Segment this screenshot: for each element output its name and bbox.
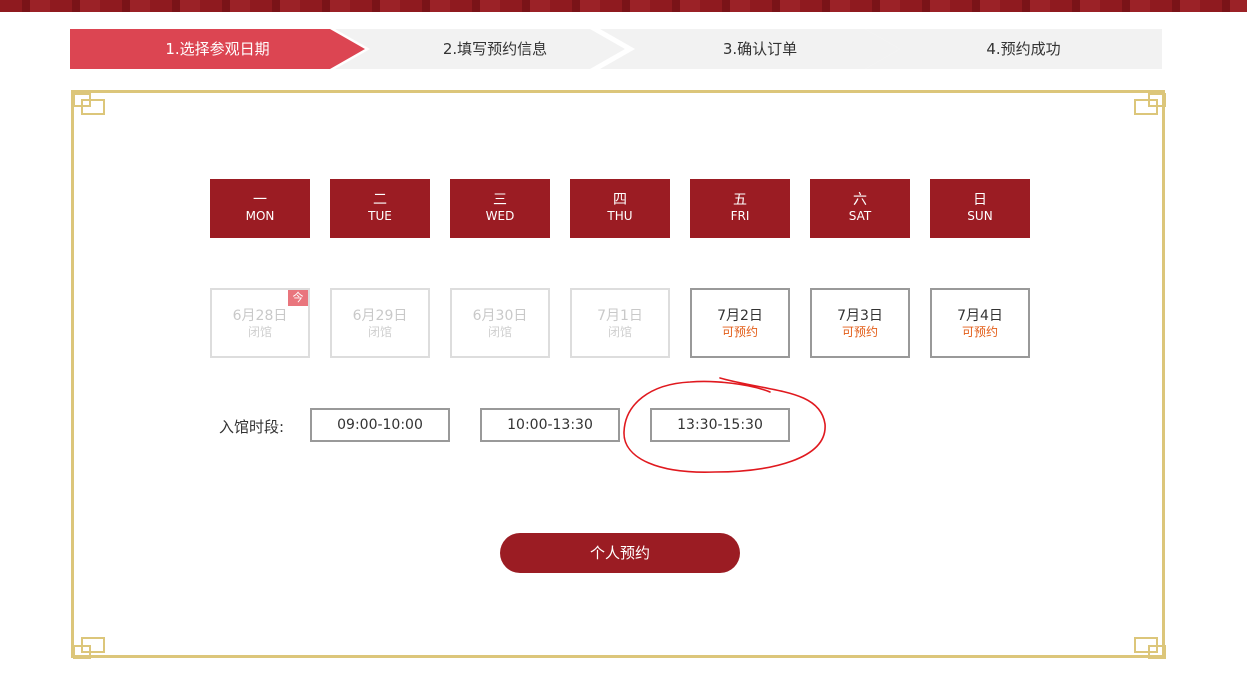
date-cell-closed: 6月30日 闭馆 <box>450 288 550 358</box>
weekday-cn: 四 <box>613 192 627 208</box>
corner-ornament-icon <box>72 634 108 660</box>
step-label: 2.填写预约信息 <box>442 40 548 58</box>
date-cell-closed: 7月1日 闭馆 <box>570 288 670 358</box>
date-status: 闭馆 <box>367 325 392 339</box>
time-slot-option[interactable]: 10:00-13:30 <box>480 408 620 442</box>
weekday-cn: 三 <box>493 192 507 208</box>
weekday-header-thu: 四 THU <box>570 179 670 238</box>
weekday-en: THU <box>607 209 633 223</box>
step-success: 4.预约成功 <box>865 29 1162 69</box>
date-status: 可预约 <box>721 325 758 339</box>
progress-steps: 1.选择参观日期 2.填写预约信息 3.确认订单 4.预约成功 <box>70 29 1162 69</box>
date-cell-closed: 今 6月28日 闭馆 <box>210 288 310 358</box>
date-label: 7月4日 <box>957 308 1003 324</box>
weekday-en: WED <box>485 209 515 223</box>
time-slot-option[interactable]: 09:00-10:00 <box>310 408 450 442</box>
weekday-en: SUN <box>967 209 993 223</box>
weekday-header-sun: 日 SUN <box>930 179 1030 238</box>
weekday-header-mon: 一 MON <box>210 179 310 238</box>
annotation-circle <box>620 374 835 483</box>
weekday-header-wed: 三 WED <box>450 179 550 238</box>
date-cell-available[interactable]: 7月4日 可预约 <box>930 288 1030 358</box>
corner-ornament-icon <box>1131 92 1167 118</box>
date-label: 6月28日 <box>232 308 288 324</box>
date-label: 6月29日 <box>352 308 408 324</box>
weekday-cn: 五 <box>733 192 747 208</box>
date-cell-closed: 6月29日 闭馆 <box>330 288 430 358</box>
date-label: 7月1日 <box>597 308 643 324</box>
weekday-cn: 一 <box>253 192 267 208</box>
weekday-header-fri: 五 FRI <box>690 179 790 238</box>
date-status: 闭馆 <box>487 325 512 339</box>
time-slot-label: 入馆时段: <box>219 418 285 436</box>
date-label: 7月3日 <box>837 308 883 324</box>
step-label: 1.选择参观日期 <box>165 40 270 58</box>
date-label: 7月2日 <box>717 308 763 324</box>
corner-ornament-icon <box>72 92 108 118</box>
weekday-header-sat: 六 SAT <box>810 179 910 238</box>
step-label: 3.确认订单 <box>722 40 798 58</box>
step-select-date: 1.选择参观日期 <box>70 29 365 69</box>
weekday-en: TUE <box>368 209 392 223</box>
step-confirm-order: 3.确认订单 <box>600 29 900 69</box>
date-status: 可预约 <box>841 325 878 339</box>
weekday-en: SAT <box>848 209 872 223</box>
date-label: 6月30日 <box>472 308 528 324</box>
step-label: 4.预约成功 <box>986 40 1061 58</box>
weekday-cn: 六 <box>853 192 867 208</box>
weekday-en: FRI <box>730 209 750 223</box>
date-status: 可预约 <box>961 325 998 339</box>
step-fill-info: 2.填写预约信息 <box>335 29 625 69</box>
date-status: 闭馆 <box>247 325 272 339</box>
weekday-cn: 日 <box>973 192 987 208</box>
top-decorative-banner <box>0 0 1247 12</box>
weekday-cn: 二 <box>373 192 387 208</box>
date-cell-available[interactable]: 7月3日 可预约 <box>810 288 910 358</box>
personal-booking-button[interactable]: 个人预约 <box>500 533 740 573</box>
date-cell-available[interactable]: 7月2日 可预约 <box>690 288 790 358</box>
today-badge: 今 <box>288 290 308 306</box>
weekday-en: MON <box>245 209 275 223</box>
weekday-header-tue: 二 TUE <box>330 179 430 238</box>
corner-ornament-icon <box>1131 634 1167 660</box>
date-status: 闭馆 <box>607 325 632 339</box>
